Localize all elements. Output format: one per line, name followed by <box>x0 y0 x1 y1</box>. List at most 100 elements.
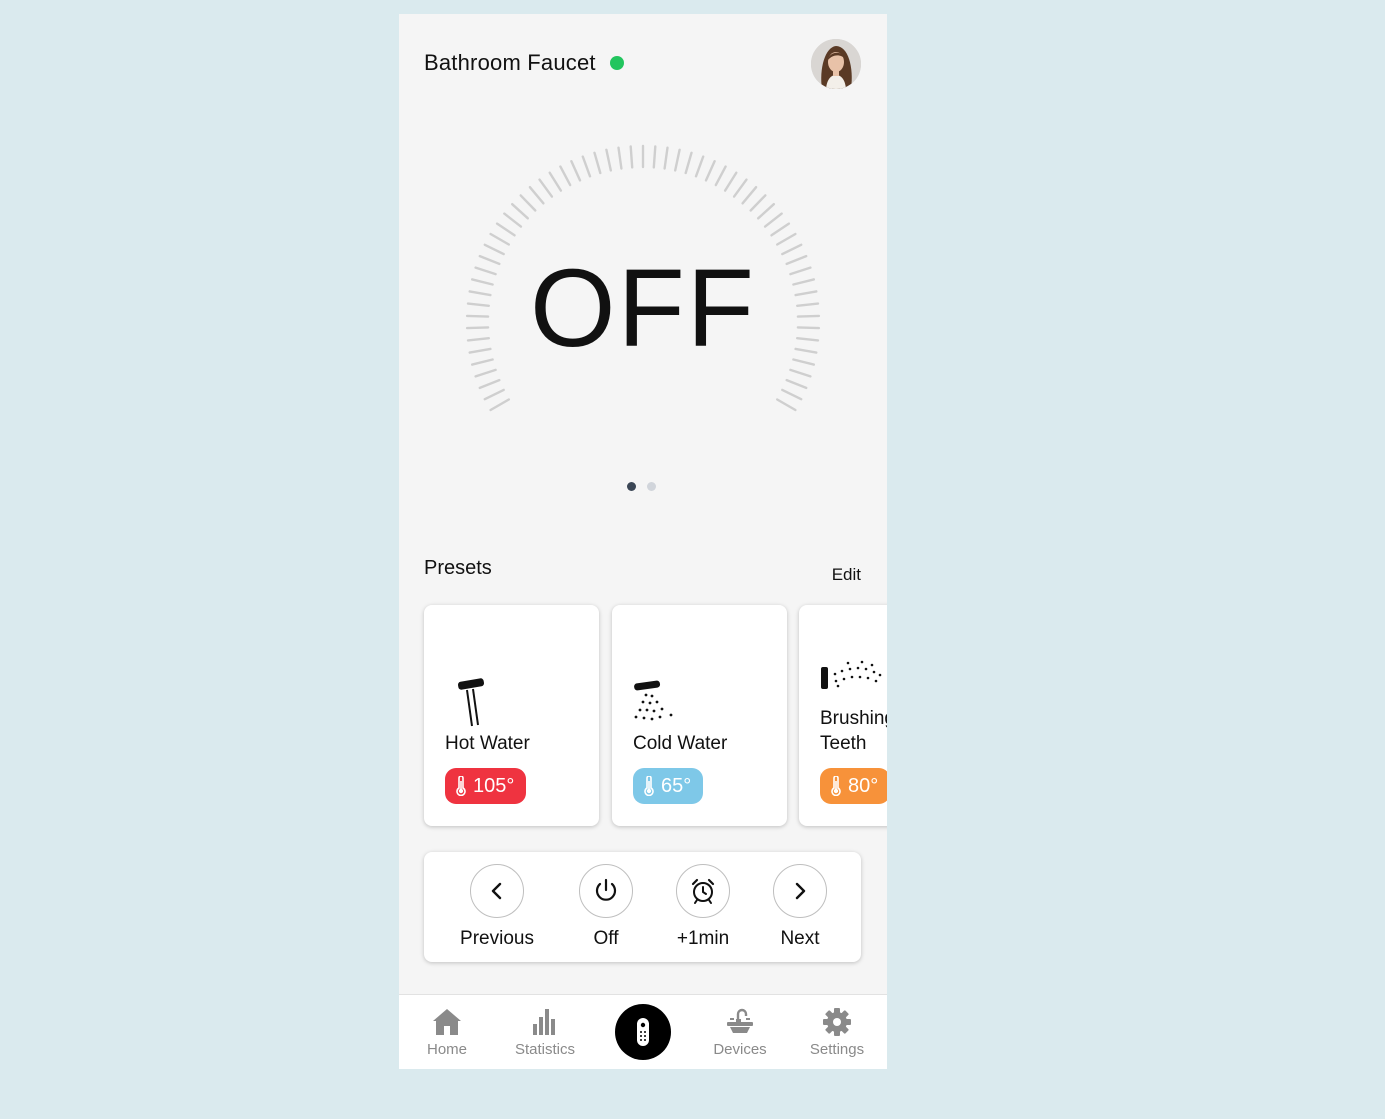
previous-label: Previous <box>460 928 534 949</box>
dial-tick <box>781 388 803 401</box>
next-label: Next <box>780 928 820 949</box>
header: Bathroom Faucet <box>424 50 624 76</box>
dial-tick <box>684 151 693 175</box>
dial-tick <box>741 186 758 205</box>
next-button[interactable]: Next <box>755 864 845 950</box>
add-minute-label: +1min <box>676 928 730 949</box>
dial-tick <box>749 194 767 212</box>
temperature-badge: 80° <box>820 768 887 804</box>
avatar-image <box>811 39 861 89</box>
thermometer-icon <box>456 776 466 796</box>
temperature-badge: 105° <box>445 768 527 804</box>
dial-tick <box>605 148 613 172</box>
sink-icon <box>727 1008 753 1033</box>
add-minute-button[interactable]: +1min <box>658 864 748 950</box>
home-icon <box>433 1009 461 1035</box>
faucet-stream-icon <box>457 678 485 727</box>
dial-tick <box>732 178 748 198</box>
preset-card-hot-water[interactable]: Hot Water 105° <box>424 605 599 826</box>
off-button[interactable]: Off <box>561 864 651 950</box>
nav-home-label: Home <box>426 1041 467 1058</box>
page-indicator <box>627 482 656 491</box>
bar-chart-icon <box>533 1009 555 1035</box>
faucet-state-label: OFF <box>530 247 756 370</box>
nav-settings-label: Settings <box>809 1041 865 1058</box>
dial-tick <box>617 146 623 170</box>
off-button-circle[interactable] <box>579 864 633 918</box>
previous-button[interactable]: Previous <box>452 864 542 950</box>
dial-tick <box>770 222 791 237</box>
preset-temperature: 65° <box>661 774 692 797</box>
page-title: Bathroom Faucet <box>424 50 596 75</box>
remote-icon <box>637 1018 649 1046</box>
power-icon <box>595 878 617 901</box>
chevron-left-icon <box>491 882 502 900</box>
thermometer-icon <box>644 776 654 796</box>
dial-tick <box>489 232 511 246</box>
remote-button[interactable] <box>615 1004 671 1060</box>
avatar[interactable] <box>811 39 861 89</box>
dial-tick <box>528 186 545 205</box>
dial-tick <box>776 398 797 412</box>
nav-statistics-label: Statistics <box>514 1041 575 1058</box>
dial-tick <box>763 212 783 228</box>
presets-title: Presets <box>424 557 492 579</box>
dial-tick <box>785 378 808 390</box>
dial-tick <box>704 160 716 182</box>
dial-tick <box>489 398 511 412</box>
alarm-clock-icon <box>691 878 715 904</box>
off-label: Off <box>593 928 619 949</box>
bottom-navigation: Home Statistics Devices Settings <box>399 994 887 1069</box>
dial-tick <box>581 155 592 178</box>
temperature-badge: 65° <box>633 768 704 804</box>
dial-tick <box>694 155 705 178</box>
preset-card-brushing-teeth[interactable]: Brushing Teeth 80° <box>799 605 887 826</box>
preset-temperature: 80° <box>848 774 879 797</box>
dial-tick <box>663 146 669 170</box>
nav-statistics[interactable]: Statistics <box>505 1007 585 1058</box>
gear-icon <box>823 1008 851 1036</box>
dial-tick <box>629 145 634 169</box>
dial-tick <box>510 202 530 220</box>
spray-icon <box>821 660 882 689</box>
control-bar: Previous Off +1min Next <box>424 852 861 962</box>
nav-settings[interactable]: Settings <box>797 1007 877 1058</box>
thermometer-icon <box>831 776 841 796</box>
edit-presets-link[interactable]: Edit <box>832 565 861 585</box>
dial-tick <box>519 194 537 212</box>
dial-tick <box>503 212 523 228</box>
dial-tick <box>757 202 775 220</box>
previous-button-circle[interactable] <box>470 864 524 918</box>
faucet-drops-icon <box>634 680 673 721</box>
dial-tick <box>559 165 572 187</box>
next-button-circle[interactable] <box>773 864 827 918</box>
page-dot-2[interactable] <box>647 482 656 491</box>
nav-home[interactable]: Home <box>407 1007 487 1058</box>
dial-tick <box>776 232 797 246</box>
dial-tick <box>483 243 505 256</box>
phone-screen: Bathroom Faucet OFF Presets Edit Hot Wat… <box>399 14 887 1069</box>
dial-tick <box>483 388 505 401</box>
dial-tick <box>652 145 657 169</box>
online-status-dot <box>609 56 624 70</box>
preset-label: Cold Water <box>633 733 728 754</box>
dial-tick <box>723 171 738 192</box>
preset-card-cold-water[interactable]: Cold Water 65° <box>612 605 787 826</box>
preset-label: Brushing Teeth <box>820 708 887 754</box>
dial-tick <box>478 378 501 390</box>
dial-tick <box>789 368 812 378</box>
preset-temperature: 105° <box>473 774 515 797</box>
dial-tick <box>781 243 803 256</box>
nav-devices-label: Devices <box>713 1041 767 1058</box>
dial-tick <box>538 178 554 198</box>
nav-devices[interactable]: Devices <box>700 1007 780 1058</box>
dial-tick <box>474 368 497 378</box>
dial-tick <box>593 151 602 175</box>
dial-tick <box>714 165 727 187</box>
add-minute-button-circle[interactable] <box>676 864 730 918</box>
dial-tick <box>674 148 681 172</box>
chevron-right-icon <box>795 882 806 900</box>
dial-tick <box>495 222 516 237</box>
preset-label: Hot Water <box>445 733 530 754</box>
page-dot-1[interactable] <box>627 482 636 491</box>
